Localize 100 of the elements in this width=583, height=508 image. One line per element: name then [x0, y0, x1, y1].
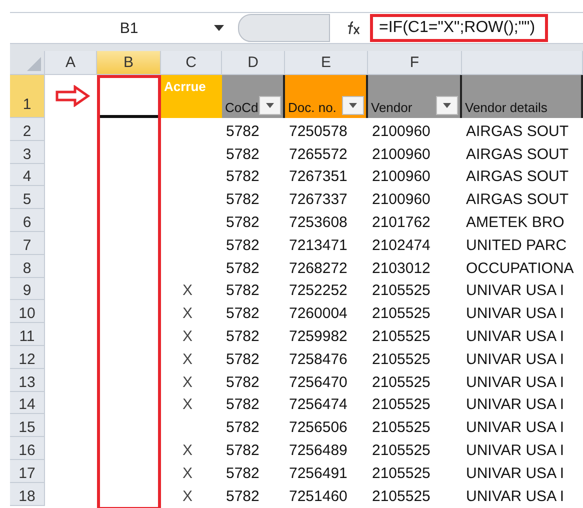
column-header[interactable]: D: [222, 51, 285, 75]
table-cell: 7256491: [289, 464, 348, 482]
table-cell: UNIVAR USA I: [466, 282, 564, 300]
table-cell: 2102474: [372, 236, 430, 254]
table-cell: AIRGAS SOUT: [466, 122, 569, 140]
header-cell: Vendor: [368, 75, 462, 118]
table-cell: 2100960: [372, 191, 430, 208]
column-header[interactable]: A: [45, 51, 97, 75]
table-cell: 7267337: [289, 191, 348, 208]
table-cell: 7256474: [289, 396, 348, 414]
column-header[interactable]: E: [285, 51, 368, 75]
table-cell: 7259982: [289, 328, 348, 345]
table-cell: 5782: [226, 488, 260, 505]
row-header[interactable]: 4: [10, 164, 45, 186]
table-cell: 7213471: [289, 236, 348, 254]
table-cell: 5782: [226, 419, 260, 436]
table-cell: 2105525: [372, 419, 430, 436]
table-cell: UNIVAR USA I: [466, 374, 564, 391]
row-header[interactable]: 11: [10, 323, 45, 346]
table-cell: AMETEK BRO: [466, 214, 564, 231]
table-cell: UNIVAR USA I: [466, 305, 564, 322]
table-cell: 7268272: [289, 260, 348, 277]
table-cell: UNIVAR USA I: [466, 419, 564, 436]
table-cell: OCCUPATIONA: [466, 260, 574, 277]
row-header[interactable]: 12: [10, 346, 45, 369]
table-cell: UNIVAR USA I: [466, 328, 564, 345]
table-cell: 5782: [226, 168, 260, 186]
caret-icon: [349, 103, 357, 108]
row-header[interactable]: 15: [10, 414, 45, 438]
row-header[interactable]: 6: [10, 209, 45, 232]
table-cell: AIRGAS SOUT: [466, 146, 569, 163]
row-header[interactable]: 8: [10, 254, 45, 278]
table-cell: 2100960: [372, 168, 430, 186]
table-cell: 5782: [226, 214, 260, 231]
table-cell: 5782: [226, 191, 260, 208]
table-cell: UNITED PARC: [466, 236, 567, 254]
header-cell: Doc. no.: [285, 75, 368, 118]
filter-button[interactable]: [436, 96, 458, 115]
row-header[interactable]: 5: [10, 186, 45, 210]
table-cell: UNIVAR USA I: [466, 488, 564, 505]
column-header[interactable]: B: [97, 51, 161, 75]
table-cell: AIRGAS SOUT: [466, 191, 569, 208]
table-cell: 2101762: [372, 214, 430, 231]
row-header[interactable]: 16: [10, 437, 45, 460]
header-cell: Acrrue: [161, 75, 222, 118]
table-cell: UNIVAR USA I: [466, 442, 564, 459]
table-cell: 5782: [226, 236, 260, 254]
table-cell: X: [182, 282, 192, 300]
row-header[interactable]: 17: [10, 460, 45, 483]
column-header[interactable]: F: [368, 51, 462, 75]
table-cell: X: [182, 305, 192, 322]
table-cell: UNIVAR USA I: [466, 350, 564, 368]
table-cell: 5782: [226, 305, 260, 322]
table-cell: 2105525: [372, 442, 430, 459]
table-cell: 5782: [226, 328, 260, 345]
table-cell: X: [182, 488, 192, 505]
table-cell: 5782: [226, 442, 260, 459]
table-cell: 5782: [226, 350, 260, 368]
table-cell: UNIVAR USA I: [466, 464, 564, 482]
filter-button[interactable]: [342, 96, 364, 115]
row-header[interactable]: 3: [10, 140, 45, 164]
table-cell: 2105525: [372, 464, 430, 482]
row-header[interactable]: 14: [10, 392, 45, 414]
table-cell: 5782: [226, 260, 260, 277]
table-cell: 2103012: [372, 260, 430, 277]
table-cell: UNIVAR USA I: [466, 396, 564, 414]
row-header[interactable]: 18: [10, 482, 45, 506]
table-cell: 2105525: [372, 305, 430, 322]
header-cell: Vendor details: [462, 75, 583, 118]
row-header[interactable]: 2: [10, 118, 45, 141]
table-cell: 5782: [226, 374, 260, 391]
row-header[interactable]: 13: [10, 368, 45, 392]
row-header[interactable]: 1: [10, 75, 45, 118]
filter-button[interactable]: [259, 96, 281, 115]
row-header[interactable]: 10: [10, 300, 45, 324]
column-header[interactable]: C: [161, 51, 222, 75]
row-header[interactable]: 9: [10, 278, 45, 300]
table-cell: 7256489: [289, 442, 348, 459]
table-cell: 7252252: [289, 282, 348, 300]
table-cell: 7265572: [289, 146, 348, 163]
caret-icon: [443, 103, 451, 108]
name-box[interactable]: B1: [10, 14, 238, 42]
function-icon[interactable]: [346, 21, 362, 35]
row-header[interactable]: 7: [10, 232, 45, 255]
table-cell: 7251460: [289, 488, 348, 505]
table-cell: 7267351: [289, 168, 348, 186]
table-cell: 2105525: [372, 282, 430, 300]
formula-bar-handle[interactable]: [238, 14, 330, 42]
table-cell: X: [182, 374, 192, 391]
table-cell: 7250578: [289, 122, 348, 140]
table-cell: 5782: [226, 396, 260, 414]
table-cell: 5782: [226, 464, 260, 482]
table-cell: X: [182, 350, 192, 368]
table-cell: 2105525: [372, 396, 430, 414]
table-cell: 7260004: [289, 305, 348, 322]
table-cell: 2105525: [372, 488, 430, 505]
table-cell: 7253608: [289, 214, 348, 231]
table-cell: 7256470: [289, 374, 348, 391]
table-cell: X: [182, 328, 192, 345]
formula-field[interactable]: =IF(C1="X";ROW();""): [370, 14, 548, 42]
